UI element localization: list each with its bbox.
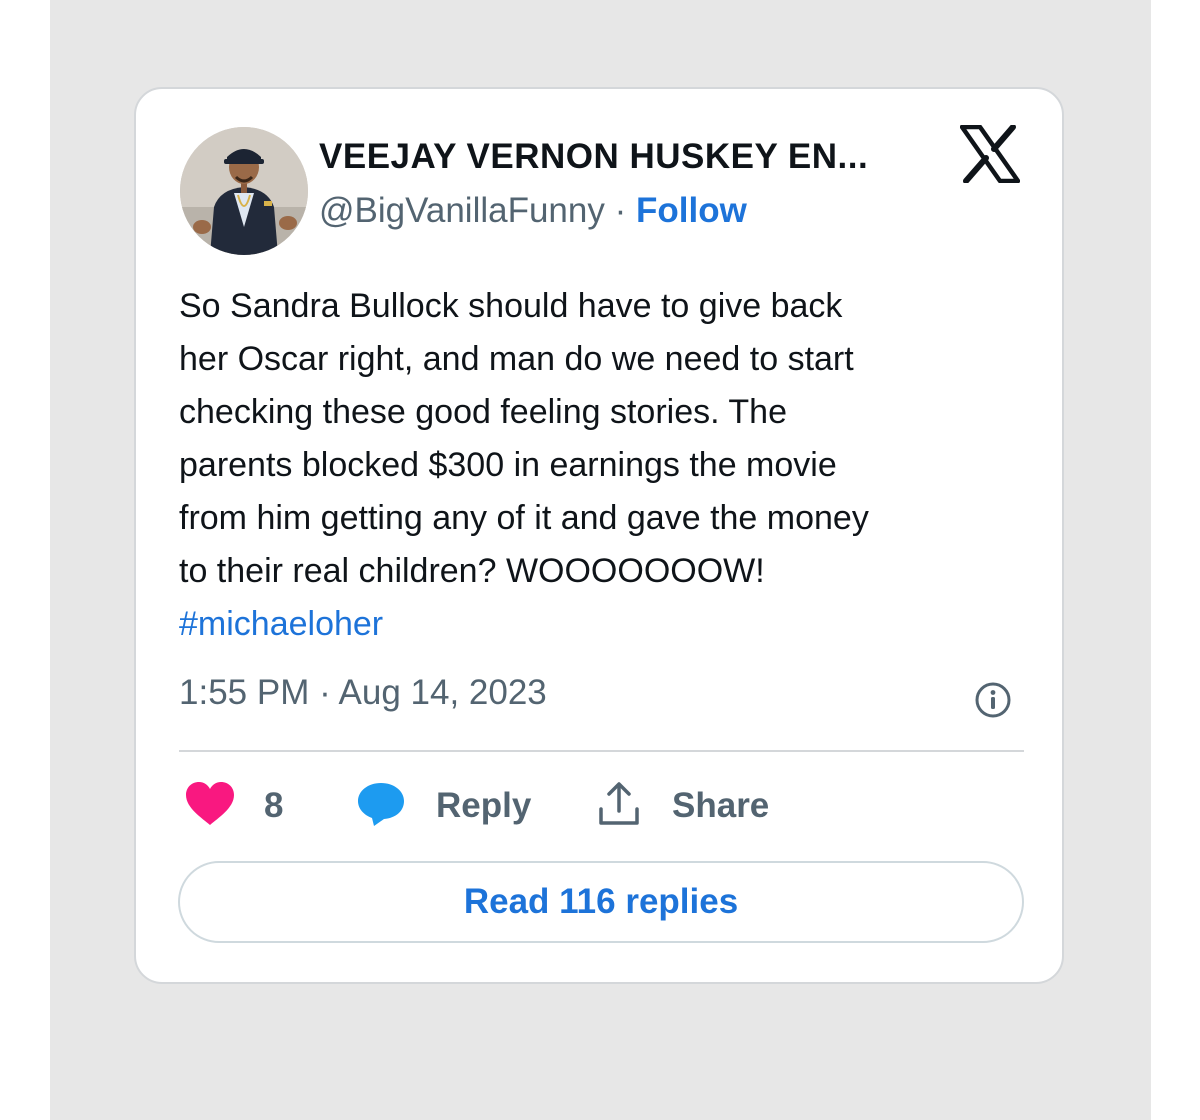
tweet-text-line: to their real children? WOOOOOOOW! [179, 552, 765, 590]
info-icon[interactable] [974, 681, 1012, 719]
share-upload-icon [596, 781, 642, 832]
read-replies-button[interactable]: Read 116 replies [178, 861, 1024, 943]
author-display-name[interactable]: VEEJAY VERNON HUSKEY EN... [319, 137, 939, 177]
share-button[interactable]: Share [596, 781, 769, 831]
tweet-card: VEEJAY VERNON HUSKEY EN... @BigVanillaFu… [134, 87, 1064, 984]
reply-button[interactable]: Reply [356, 781, 531, 831]
tweet-text-line: parents blocked $300 in earnings the mov… [179, 446, 837, 484]
author-handle-row: @BigVanillaFunny · Follow [319, 191, 747, 231]
handle-separator: · [614, 191, 636, 230]
follow-button[interactable]: Follow [636, 191, 747, 230]
tweet-text-line: from him getting any of it and gave the … [179, 499, 869, 537]
x-logo-icon[interactable] [959, 124, 1021, 184]
heart-icon [184, 781, 236, 832]
like-button[interactable]: 8 [184, 781, 283, 831]
share-label: Share [672, 786, 770, 825]
tweet-text-line: checking these good feeling stories. The [179, 393, 787, 431]
speech-bubble-icon [356, 781, 406, 832]
like-count: 8 [264, 786, 284, 825]
author-handle[interactable]: @BigVanillaFunny [319, 191, 605, 230]
tweet-text-line: her Oscar right, and man do we need to s… [179, 340, 854, 378]
hashtag-link[interactable]: #michaeloher [179, 598, 1029, 651]
avatar[interactable] [180, 127, 308, 255]
tweet-text: So Sandra Bullock should have to give ba… [179, 280, 1029, 651]
tweet-text-line: So Sandra Bullock should have to give ba… [179, 287, 843, 325]
tweet-timestamp[interactable]: 1:55 PM · Aug 14, 2023 [179, 673, 547, 713]
divider [179, 750, 1024, 752]
reply-label: Reply [436, 786, 532, 825]
